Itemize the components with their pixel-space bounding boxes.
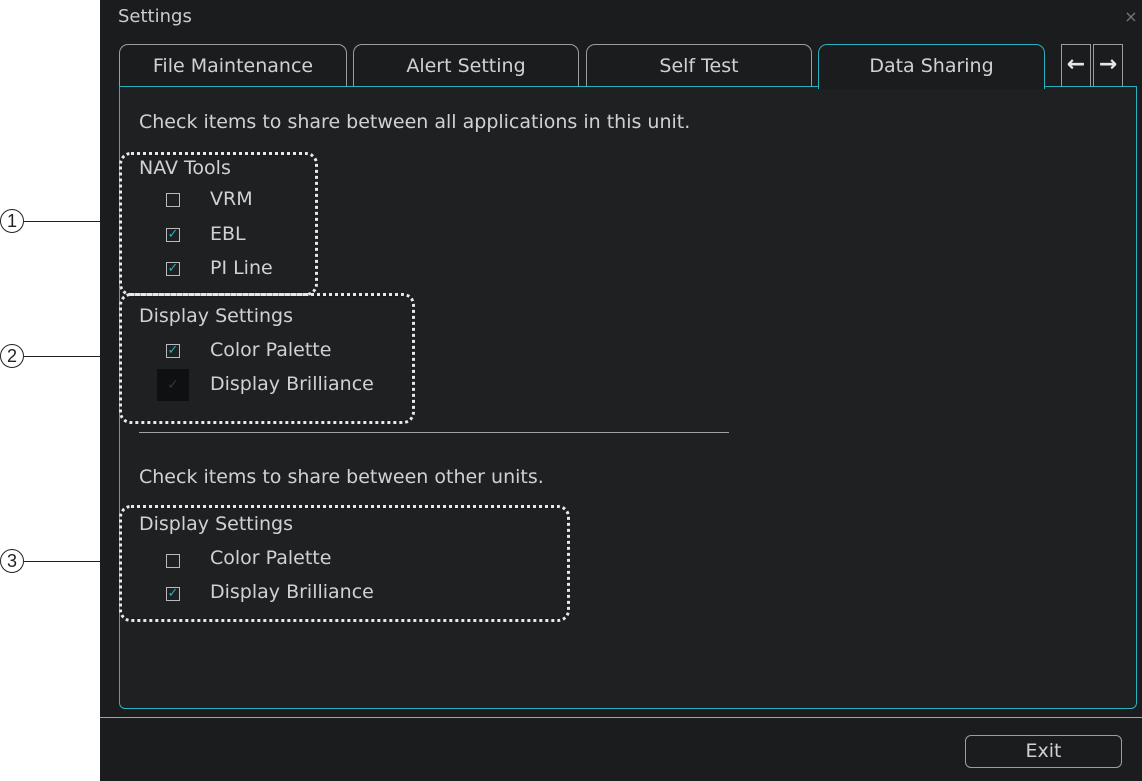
other-display-settings-heading: Display Settings xyxy=(139,513,294,535)
tab-alert-setting[interactable]: Alert Setting xyxy=(353,44,579,87)
unit-color-palette-checkbox[interactable]: ✓ xyxy=(166,344,180,358)
unit-display-brilliance-label: Display Brilliance xyxy=(210,373,374,395)
tab-file-maintenance[interactable]: File Maintenance xyxy=(119,44,347,87)
footer-divider xyxy=(100,717,1142,718)
close-icon[interactable]: × xyxy=(1122,8,1140,26)
callout-3: 3 xyxy=(0,549,24,573)
vrm-label: VRM xyxy=(210,188,253,210)
other-units-instruction: Check items to share between other units… xyxy=(139,466,544,488)
callout-1: 1 xyxy=(0,209,24,233)
unit-color-palette-label: Color Palette xyxy=(210,339,332,361)
vrm-checkbox[interactable] xyxy=(166,193,180,207)
title-bar: Settings × xyxy=(100,0,1142,36)
tab-next-arrow-icon[interactable]: → xyxy=(1093,44,1123,86)
tab-label: Self Test xyxy=(659,55,739,77)
pi-line-label: PI Line xyxy=(210,257,273,279)
exit-button[interactable]: Exit xyxy=(965,735,1122,768)
window-title: Settings xyxy=(118,6,192,27)
ebl-label: EBL xyxy=(210,223,246,245)
ebl-checkbox[interactable]: ✓ xyxy=(166,228,180,242)
tab-label: Data Sharing xyxy=(869,55,994,77)
unit-share-instruction: Check items to share between all applica… xyxy=(139,111,691,133)
other-display-brilliance-checkbox[interactable]: ✓ xyxy=(166,587,180,601)
other-display-brilliance-label: Display Brilliance xyxy=(210,581,374,603)
other-color-palette-checkbox[interactable] xyxy=(166,554,180,568)
unit-display-settings-heading: Display Settings xyxy=(139,305,294,327)
unit-display-brilliance-checkbox: ✓ xyxy=(157,369,189,401)
settings-window: Settings × File Maintenance Alert Settin… xyxy=(100,0,1142,781)
other-color-palette-label: Color Palette xyxy=(210,547,332,569)
tab-data-sharing[interactable]: Data Sharing xyxy=(818,44,1045,89)
section-divider xyxy=(139,432,729,433)
nav-tools-heading: NAV Tools xyxy=(139,157,231,179)
tab-self-test[interactable]: Self Test xyxy=(586,44,812,87)
tab-label: Alert Setting xyxy=(406,55,526,77)
tab-prev-arrow-icon[interactable]: ← xyxy=(1061,44,1091,86)
callout-2: 2 xyxy=(0,344,24,368)
pi-line-checkbox[interactable]: ✓ xyxy=(166,262,180,276)
tab-label: File Maintenance xyxy=(152,55,314,77)
